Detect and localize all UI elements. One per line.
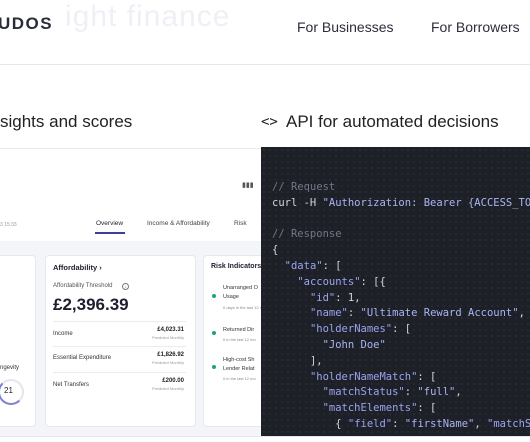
code-text: ], bbox=[309, 354, 323, 367]
risk-item-name-line2: Usage bbox=[223, 294, 239, 300]
code-key: "matchStatus" bbox=[322, 386, 405, 399]
code-key: "accounts" bbox=[297, 275, 361, 288]
risk-indicators-title: Risk Indicators bbox=[211, 263, 262, 270]
code-text: : [ bbox=[392, 323, 412, 336]
code-key: "holderNameMatch" bbox=[309, 370, 418, 383]
brand-logo[interactable]: UDOS bbox=[0, 14, 53, 34]
code-key: "name" bbox=[309, 307, 348, 320]
risk-item-sub: 0 in the last 12 mo bbox=[223, 376, 256, 381]
net-transfers-sub: Predicted Monthly bbox=[151, 386, 184, 391]
code-text: : bbox=[404, 386, 418, 399]
longevity-label: ngevity bbox=[0, 365, 20, 371]
code-text: , bbox=[455, 386, 462, 399]
header-background-text: ight finance bbox=[65, 0, 231, 33]
dashboard-header: ▮▮▮ 3 15:33 Overview Income & Affordabil… bbox=[0, 149, 268, 241]
row-divider bbox=[53, 346, 186, 347]
code-block: // Request curl -H "Authorization: Beare… bbox=[272, 180, 530, 433]
net-transfers-label: Net Transfers bbox=[53, 382, 90, 388]
status-dot bbox=[212, 294, 216, 298]
code-comment: // Request bbox=[272, 181, 336, 193]
status-dot bbox=[212, 365, 216, 369]
risk-item-name: Returned Dir bbox=[223, 327, 255, 333]
tab-risk[interactable]: Risk bbox=[234, 220, 247, 227]
longevity-score: 21 bbox=[4, 386, 13, 395]
code-key: "matchS bbox=[487, 417, 530, 430]
api-code-panel: // Request curl -H "Authorization: Beare… bbox=[261, 147, 530, 436]
code-string: "John Doe" bbox=[322, 338, 386, 351]
code-text: : [ bbox=[417, 402, 437, 415]
tab-income-affordability[interactable]: Income & Affordability bbox=[147, 220, 210, 227]
section-bottom-divider bbox=[0, 436, 530, 437]
nav-for-businesses[interactable]: For Businesses bbox=[297, 19, 393, 35]
tab-overview[interactable]: Overview bbox=[96, 220, 123, 227]
code-text: : bbox=[347, 307, 361, 320]
site-header: ight finance UDOS For Businesses For Bor… bbox=[0, 0, 530, 64]
code-string: "Authorization: Bearer {ACCESS_TO bbox=[322, 196, 530, 209]
net-transfers-value: £200.00 bbox=[162, 378, 184, 384]
affordability-threshold-label: Affordability Threshold bbox=[53, 283, 113, 289]
affordability-title[interactable]: Affordability › bbox=[53, 263, 102, 272]
api-section-title: API for automated decisions bbox=[286, 112, 499, 131]
essential-expenditure-sub: Predicted Monthly bbox=[151, 360, 184, 365]
active-tab-indicator bbox=[95, 232, 125, 234]
code-text: , bbox=[518, 307, 525, 320]
bank-icon: ▮▮▮ bbox=[242, 182, 254, 189]
affordability-card bbox=[45, 255, 196, 427]
code-string: "Ultimate Reward Account" bbox=[360, 307, 519, 320]
income-value: £4,023.31 bbox=[157, 327, 184, 333]
code-text: : bbox=[392, 417, 405, 430]
affordability-title-text: Affordability bbox=[53, 263, 98, 272]
affordability-threshold-value: £2,396.39 bbox=[53, 295, 129, 314]
code-text: curl -H bbox=[272, 196, 323, 209]
essential-expenditure-value: £1,826.92 bbox=[157, 352, 184, 358]
insights-section-title: sights and scores bbox=[0, 112, 133, 131]
code-key: "holderNames" bbox=[309, 323, 393, 336]
essential-expenditure-label: Essential Expenditure bbox=[53, 355, 112, 361]
code-text: : [ bbox=[322, 259, 342, 272]
code-string: "full" bbox=[417, 386, 456, 399]
code-string: "firstName" bbox=[404, 417, 475, 430]
risk-item-name-line2: Lender Relat bbox=[223, 366, 255, 372]
income-label: Income bbox=[53, 331, 73, 337]
report-date: 3 15:33 bbox=[0, 222, 17, 228]
risk-item-sub: 0 in the last 12 mo bbox=[223, 337, 256, 342]
row-divider bbox=[53, 372, 186, 373]
code-icon: <> bbox=[261, 114, 278, 130]
info-icon[interactable]: i bbox=[122, 283, 129, 290]
status-dot bbox=[212, 331, 216, 335]
code-key: "matchElements" bbox=[322, 402, 418, 415]
risk-item-name: High-cost Sh bbox=[223, 357, 255, 363]
code-text: , bbox=[474, 417, 487, 430]
header-divider bbox=[0, 64, 530, 65]
code-text: : [{ bbox=[360, 275, 386, 288]
code-key: "id" bbox=[309, 291, 336, 304]
income-sub: Predicted Monthly bbox=[151, 335, 184, 340]
chevron-right-icon: › bbox=[99, 263, 102, 272]
row-divider bbox=[53, 321, 186, 322]
risk-item-name: Unarranged O bbox=[223, 285, 258, 291]
code-comment: // Response bbox=[272, 228, 342, 241]
code-key: "field" bbox=[347, 417, 393, 430]
code-text: { bbox=[335, 417, 348, 430]
code-key: "data" bbox=[284, 259, 323, 272]
nav-for-borrowers[interactable]: For Borrowers bbox=[431, 19, 520, 35]
code-text: : [ bbox=[417, 370, 437, 383]
code-text: : 1, bbox=[335, 291, 361, 304]
dashboard-preview: ▮▮▮ 3 15:33 Overview Income & Affordabil… bbox=[0, 148, 268, 437]
risk-item-sub: 0 days in the last 12 mo bbox=[223, 305, 266, 310]
code-text: { bbox=[272, 244, 279, 257]
